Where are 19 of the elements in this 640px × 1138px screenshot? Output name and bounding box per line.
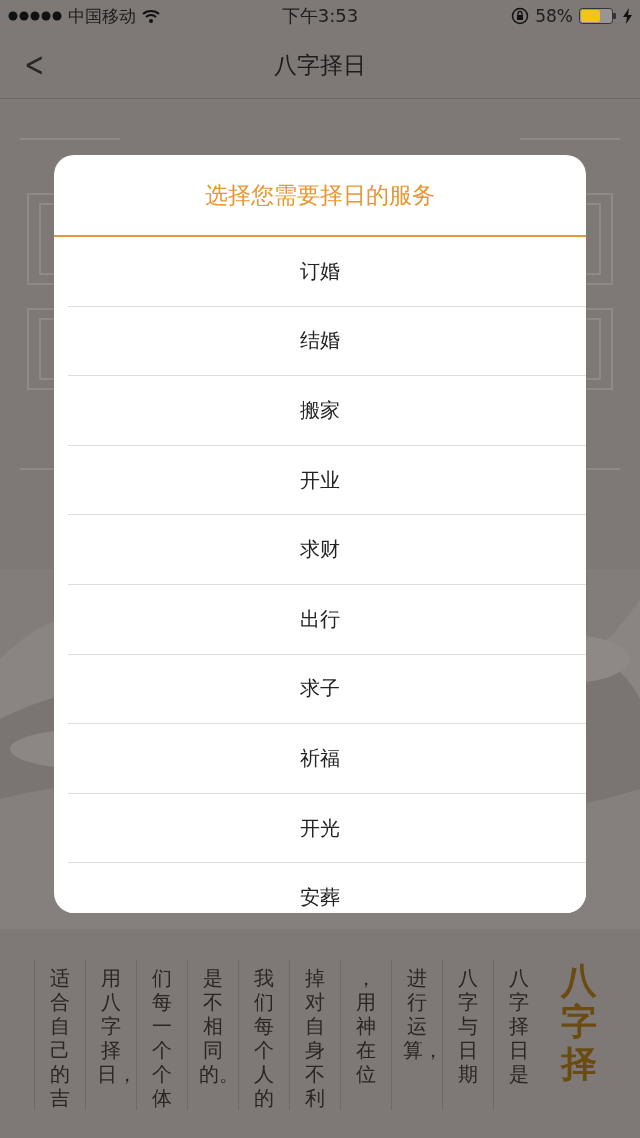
text-column: 八字择日是 — [505, 966, 533, 1110]
text-column: 掉对自身不利 — [301, 966, 329, 1110]
text-column: 们每一个个体 — [148, 966, 176, 1110]
wifi-icon — [142, 9, 160, 23]
signal-icon — [8, 11, 62, 21]
battery-percent: 58% — [535, 6, 573, 26]
article-title: 八字择 — [561, 960, 597, 1086]
nav-title: 八字择日 — [274, 50, 366, 80]
carrier-name: 中国移动 — [68, 4, 136, 28]
text-column: 八字与日期 — [454, 966, 482, 1110]
text-column: 适合自己的吉 — [46, 966, 74, 1110]
charging-icon — [623, 8, 632, 24]
text-column: ，用神在位 — [352, 966, 380, 1110]
status-time: 下午3:53 — [281, 4, 359, 28]
battery-icon — [579, 8, 617, 24]
dialog-title: 选择您需要择日的服务 — [205, 180, 435, 210]
text-column: 是不相同的。 — [199, 966, 227, 1110]
text-column: 我们每个人的 — [250, 966, 278, 1110]
rotation-lock-icon — [511, 7, 530, 25]
